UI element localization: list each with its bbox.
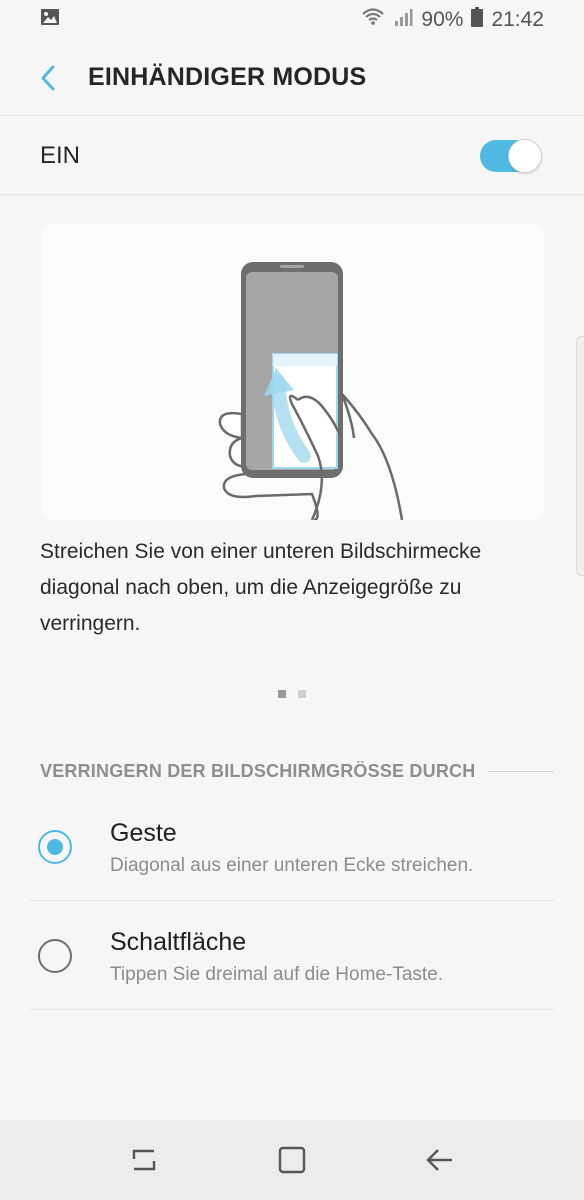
page-dot-active[interactable]	[278, 690, 286, 698]
option-gesture[interactable]: Geste Diagonal aus einer unteren Ecke st…	[30, 793, 554, 901]
page-title: EINHÄNDIGER MODUS	[88, 63, 367, 91]
option-button[interactable]: Schaltfläche Tippen Sie dreimal auf die …	[30, 902, 554, 1010]
one-hand-gesture-illustration	[218, 262, 404, 520]
radio-button[interactable]	[38, 939, 72, 973]
toggle-label: EIN	[40, 141, 81, 169]
app-bar: EINHÄNDIGER MODUS	[0, 40, 584, 116]
gallery-notification-icon	[40, 8, 60, 32]
battery-percent: 90%	[421, 8, 464, 31]
option-subtitle: Diagonal aus einer unteren Ecke streiche…	[110, 855, 474, 876]
switch-thumb	[508, 138, 542, 173]
back-icon	[426, 1149, 452, 1171]
nav-back-button[interactable]	[416, 1136, 464, 1184]
option-title: Geste	[110, 819, 177, 847]
section-title: VERRINGERN DER BILDSCHIRMGRÖSSE DURCH	[40, 760, 476, 781]
back-button[interactable]	[30, 60, 66, 96]
page-indicator	[0, 690, 584, 698]
home-icon	[278, 1146, 306, 1174]
status-bar: 90% 21:42	[0, 0, 584, 40]
status-bar-left	[40, 8, 60, 32]
gesture-illustration	[42, 224, 544, 520]
option-subtitle: Tippen Sie dreimal auf die Home-Taste.	[110, 964, 444, 985]
status-bar-right: 90% 21:42	[361, 7, 544, 33]
section-divider	[487, 770, 554, 772]
home-button[interactable]	[268, 1136, 316, 1184]
radio-gesture[interactable]	[38, 830, 72, 864]
radio-selected-dot	[47, 839, 63, 855]
chevron-left-icon	[41, 65, 55, 90]
master-toggle-row[interactable]: EIN	[0, 117, 584, 195]
page-dot[interactable]	[298, 690, 306, 698]
wifi-icon	[361, 7, 385, 33]
master-switch[interactable]	[480, 138, 542, 173]
option-title: Schaltfläche	[110, 928, 247, 956]
battery-icon	[471, 7, 484, 33]
scroll-edge-handle[interactable]	[576, 336, 584, 576]
tutorial-description: Streichen Sie von einer unteren Bildschi…	[40, 540, 482, 635]
navigation-bar	[0, 1120, 584, 1200]
recents-icon	[132, 1149, 156, 1171]
recents-button[interactable]	[120, 1136, 168, 1184]
section-header: VERRINGERN DER BILDSCHIRMGRÖSSE DURCH	[40, 756, 554, 786]
signal-icon	[393, 7, 413, 33]
clock: 21:42	[491, 8, 544, 31]
